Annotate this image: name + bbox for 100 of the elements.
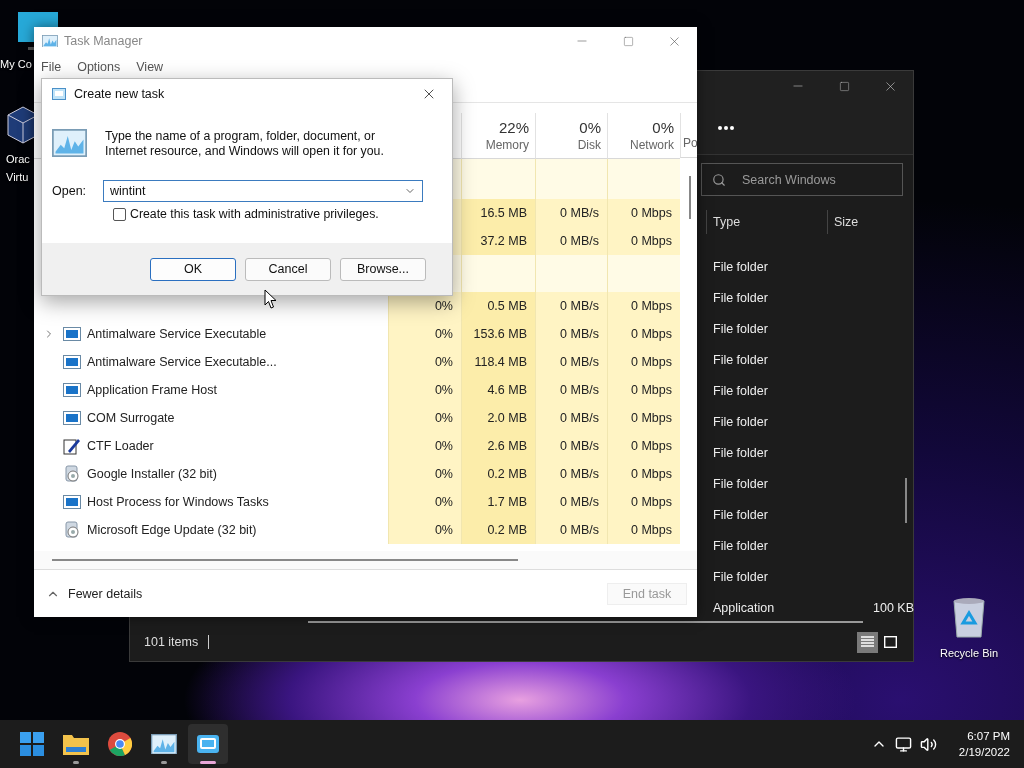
process-name[interactable]: COM Surrogate [87,411,175,425]
time-text: 6:07 PM [967,729,1010,744]
usage-cell: 0 Mbps [607,227,680,255]
usage-cell: 0.2 MB [461,460,535,488]
usage-cell: 1.7 MB [461,488,535,516]
usage-cell: 0% [388,488,461,516]
scrollbar-thumb[interactable] [905,478,907,524]
usage-cell: 118.4 MB [461,348,535,376]
network-icon[interactable] [894,735,912,753]
dialog-message: Type the name of a program, folder, document, or Internet resource, and Windows will open it for you. [105,129,385,159]
usage-cell: 0 MB/s [535,199,607,227]
browser-icon [108,732,132,756]
usage-cell: 0% [388,320,461,348]
process-name[interactable]: Host Process for Windows Tasks [87,495,269,509]
usage-cell: 0% [388,376,461,404]
taskbar-app-button[interactable] [188,724,228,764]
usage-cell: 2.0 MB [461,404,535,432]
menu-item[interactable]: View [136,59,164,74]
process-name[interactable]: Application Frame Host [87,383,217,397]
file-type-text: File folder [713,445,769,460]
chart-icon [52,129,87,157]
usage-cell: 0.5 MB [461,292,535,320]
menu-item[interactable]: Options [77,59,121,74]
usage-cell: 0 Mbps [607,432,680,460]
column-header[interactable]: Size [827,210,914,235]
column-label: Network [630,137,674,153]
more-options-button[interactable] [718,125,734,130]
file-type-text: File folder [713,414,769,429]
process-name[interactable]: Antimalware Service Executable... [87,355,277,369]
process-name[interactable]: Google Installer (32 bit) [87,467,217,481]
window-icon [63,326,81,342]
checkbox-label[interactable]: Create this task with administrative privileges. [130,207,379,221]
usage-cell: 0 MB/s [535,488,607,516]
usage-percent-text: 22% [498,118,529,137]
file-type-text: File folder [713,507,769,522]
app-window-icon [52,88,66,100]
volume-icon[interactable] [919,735,937,753]
usage-cell: 0 MB/s [535,376,607,404]
dialog-title: Create new task [74,87,166,101]
desktop-icon-label[interactable]: My Co [0,58,32,70]
open-combo-field[interactable]: wintint [103,180,423,202]
usage-cell: 0 Mbps [607,516,680,544]
window-icon [63,410,81,426]
windows-logo-icon [20,732,44,756]
usage-percent-text: 0% [652,118,674,137]
scrollbar-thumb[interactable] [52,559,518,561]
maximize-icon [838,80,850,92]
dialog-button[interactable]: Browse... [340,257,426,281]
file-type-text: Application [713,600,776,615]
usage-cell: 4.6 MB [461,376,535,404]
scrollbar-thumb[interactable] [308,621,863,624]
process-name[interactable]: CTF Loader [87,439,154,453]
window-title: Task Manager [64,34,144,48]
column-header[interactable]: Type [706,210,827,235]
folder-icon [63,733,89,755]
dialog-button[interactable]: Cancel [245,257,331,281]
chart-icon [151,733,177,755]
window-icon [63,354,81,370]
file-type-text: File folder [713,259,769,274]
dialog-button[interactable]: OK [150,257,236,281]
file-type-text: File folder [713,569,769,584]
clock[interactable]: 6:07 PM 2/19/2022 [958,728,1010,760]
process-name[interactable]: Antimalware Service Executable [87,327,267,341]
desktop-icon-label[interactable]: Orac [6,153,30,165]
file-type-text: File folder [713,290,769,305]
usage-cell: 0 Mbps [607,292,680,320]
menu-item[interactable]: File [41,59,62,74]
desktop-icon-label[interactable]: Recycle Bin [940,647,999,659]
usage-cell: 0 MB/s [535,404,607,432]
usage-cell: 0 MB/s [535,460,607,488]
usage-cell: 37.2 MB [461,227,535,255]
usage-percent-text: 0% [579,118,601,137]
scrollbar-thumb[interactable] [689,176,691,219]
checkbox[interactable] [113,207,126,221]
usage-cell: 16.5 MB [461,199,535,227]
view-toggle-button[interactable] [857,631,878,653]
file-type-text: File folder [713,476,769,491]
usage-cell: 0 Mbps [607,348,680,376]
search-field[interactable]: Search Windows [701,163,903,197]
usage-cell: 0% [388,432,461,460]
usage-cell: 0 MB/s [535,348,607,376]
column-header[interactable]: Po [683,135,697,151]
date-text: 2/19/2022 [958,745,1010,760]
pen-icon [63,437,81,455]
usage-cell: 0 MB/s [535,292,607,320]
usage-cell: 0 MB/s [535,432,607,460]
file-type-text: File folder [713,538,769,553]
usage-cell: 0 Mbps [607,199,680,227]
list-icon [861,636,874,649]
usage-cell: 0 MB/s [535,227,607,255]
process-name[interactable]: Microsoft Edge Update (32 bit) [87,523,257,537]
usage-cell: 0 Mbps [607,376,680,404]
search-icon [712,173,726,188]
fewer-details-button[interactable]: Fewer details [46,586,143,601]
file-size-text: 100 KB [872,600,914,615]
recycle-bin-icon [951,597,988,639]
usage-cell: 0.2 MB [461,516,535,544]
usage-cell: 0% [388,404,461,432]
more-icon [718,125,734,130]
desktop-icon-label[interactable]: Virtu [6,171,29,183]
